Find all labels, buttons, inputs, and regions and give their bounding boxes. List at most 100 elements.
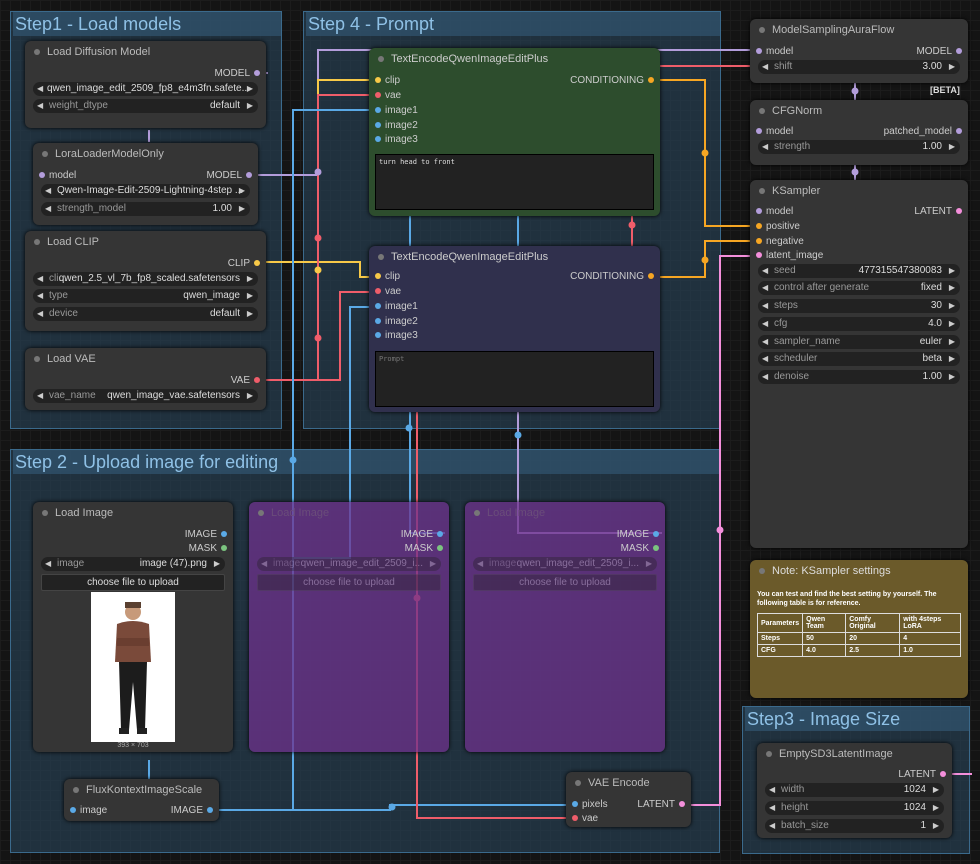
node-note[interactable]: Note: KSampler settings You can test and… [750, 560, 968, 698]
output-image[interactable]: IMAGE [401, 527, 444, 542]
input-image2[interactable]: image2 [375, 314, 418, 329]
output-image[interactable]: IMAGE [617, 527, 660, 542]
input-image3[interactable]: image3 [375, 328, 418, 343]
scheduler-combo[interactable]: schedulerbeta [758, 352, 960, 366]
input-vae[interactable]: vae [375, 284, 401, 299]
image-combo[interactable]: imageqwen_image_edit_2509_i... [473, 557, 657, 571]
person-photo-icon [115, 602, 151, 734]
strength-model-slider[interactable]: strength_model1.00 [41, 202, 250, 216]
device-combo[interactable]: devicedefault [33, 307, 258, 321]
output-model[interactable]: MODEL [214, 66, 260, 81]
input-positive[interactable]: positive [756, 219, 800, 234]
node-load-image[interactable]: Load Image IMAGE MASK imageimage (47).pn… [33, 502, 233, 752]
node-title: ModelSamplingAuraFlow [750, 19, 968, 41]
node-load-diffusion-model[interactable]: Load Diffusion Model MODEL qwen_image_ed… [25, 41, 266, 128]
upload-button[interactable]: choose file to upload [41, 574, 225, 591]
output-latent[interactable]: LATENT [914, 204, 962, 219]
prompt-textarea[interactable]: Prompt [375, 351, 654, 407]
node-ksampler[interactable]: KSampler model LATENT positive negative l… [750, 180, 968, 548]
width-widget[interactable]: width1024 [765, 783, 944, 797]
output-image[interactable]: IMAGE [185, 527, 228, 542]
node-load-clip[interactable]: Load CLIP CLIP cli...qwen_2.5_vl_7b_fp8_… [25, 231, 266, 331]
output-patched-model[interactable]: patched_model [884, 124, 963, 139]
node-load-image-3[interactable]: Load Image IMAGE MASK imageqwen_image_ed… [465, 502, 665, 752]
output-latent[interactable]: LATENT [898, 767, 946, 782]
node-load-image-2[interactable]: Load Image IMAGE MASK imageqwen_image_ed… [249, 502, 449, 752]
weight-dtype-combo[interactable]: weight_dtypedefault [33, 99, 258, 113]
upload-button[interactable]: choose file to upload [473, 574, 657, 591]
input-image3[interactable]: image3 [375, 132, 418, 147]
input-vae[interactable]: vae [572, 811, 598, 826]
output-mask[interactable]: MASK [405, 541, 444, 556]
output-mask[interactable]: MASK [621, 541, 660, 556]
input-model[interactable]: model [756, 204, 793, 219]
upload-button[interactable]: choose file to upload [257, 574, 441, 591]
input-pixels[interactable]: pixels [572, 797, 608, 812]
input-clip[interactable]: clip [375, 269, 400, 284]
output-conditioning[interactable]: CONDITIONING [570, 73, 654, 88]
input-model[interactable]: model [756, 44, 793, 59]
input-clip[interactable]: clip [375, 73, 400, 88]
node-title: TextEncodeQwenImageEditPlus [369, 246, 660, 268]
lora-name-combo[interactable]: Qwen-Image-Edit-2509-Lightning-4step ... [41, 184, 250, 198]
node-lora-loader[interactable]: LoraLoaderModelOnly model MODEL Qwen-Imag… [33, 143, 258, 225]
image-combo[interactable]: imageimage (47).png [41, 557, 225, 571]
input-image1[interactable]: image1 [375, 103, 418, 118]
sampler-name-combo[interactable]: sampler_nameeuler [758, 335, 960, 349]
image-combo[interactable]: imageqwen_image_edit_2509_i... [257, 557, 441, 571]
output-model[interactable]: MODEL [206, 168, 252, 183]
clip-type-combo[interactable]: typeqwen_image [33, 289, 258, 303]
seed-widget[interactable]: seed477315547380083 [758, 264, 960, 278]
control-after-generate-combo[interactable]: control after generatefixed [758, 281, 960, 295]
image-dimensions: 393 × 703 [117, 742, 149, 749]
input-vae[interactable]: vae [375, 88, 401, 103]
unet-name-combo[interactable]: qwen_image_edit_2509_fp8_e4m3fn.safete..… [33, 82, 258, 96]
node-title: VAE Encode [566, 772, 691, 794]
input-image2[interactable]: image2 [375, 118, 418, 133]
output-conditioning[interactable]: CONDITIONING [570, 269, 654, 284]
input-latent-image[interactable]: latent_image [756, 248, 823, 263]
node-flux-kontext-image-scale[interactable]: FluxKontextImageScale image IMAGE [64, 779, 219, 821]
node-title: Load Image [465, 502, 665, 524]
input-image[interactable]: image [70, 803, 107, 818]
node-title: Load Image [33, 502, 233, 524]
height-widget[interactable]: height1024 [765, 801, 944, 815]
input-negative[interactable]: negative [756, 234, 804, 249]
shift-slider[interactable]: shift3.00 [758, 60, 960, 74]
node-title: CFGNorm [750, 100, 968, 122]
node-model-sampling-auraflow[interactable]: ModelSamplingAuraFlow model MODEL shift3.… [750, 19, 968, 83]
batch-size-widget[interactable]: batch_size1 [765, 819, 944, 833]
output-mask[interactable]: MASK [189, 541, 228, 556]
output-vae[interactable]: VAE [231, 373, 261, 388]
node-title: FluxKontextImageScale [64, 779, 219, 801]
input-image1[interactable]: image1 [375, 299, 418, 314]
output-image[interactable]: IMAGE [171, 803, 214, 818]
node-vae-encode[interactable]: VAE Encode pixels LATENT vae [566, 772, 691, 827]
node-load-vae[interactable]: Load VAE VAE vae_nameqwen_image_vae.safe… [25, 348, 266, 410]
denoise-widget[interactable]: denoise1.00 [758, 370, 960, 384]
note-text: You can test and find the best setting b… [757, 591, 937, 607]
cfg-widget[interactable]: cfg4.0 [758, 317, 960, 331]
node-text-encode-negative[interactable]: TextEncodeQwenImageEditPlus clip CONDITIO… [369, 246, 660, 412]
node-title: Load VAE [25, 348, 266, 370]
prompt-textarea[interactable]: turn head to front [375, 154, 654, 210]
node-title: Note: KSampler settings [750, 560, 968, 582]
node-title: LoraLoaderModelOnly [33, 143, 258, 165]
input-model[interactable]: model [756, 124, 793, 139]
node-empty-sd3-latent-image[interactable]: EmptySD3LatentImage LATENT width1024 hei… [757, 743, 952, 838]
group-title: Step3 - Image Size [745, 707, 969, 731]
output-model[interactable]: MODEL [916, 44, 962, 59]
node-text-encode-positive[interactable]: TextEncodeQwenImageEditPlus clip CONDITIO… [369, 48, 660, 216]
input-model[interactable]: model [39, 168, 76, 183]
vae-name-combo[interactable]: vae_nameqwen_image_vae.safetensors [33, 389, 258, 403]
output-latent[interactable]: LATENT [637, 797, 685, 812]
image-preview [91, 592, 175, 742]
output-clip[interactable]: CLIP [228, 256, 261, 271]
steps-widget[interactable]: steps30 [758, 299, 960, 313]
node-title: Load Image [249, 502, 449, 524]
clip-name-combo[interactable]: cli...qwen_2.5_vl_7b_fp8_scaled.safetens… [33, 272, 258, 286]
settings-table: Parameters Qwen Team Comfy Original with 4s… [756, 613, 961, 657]
node-cfgnorm[interactable]: CFGNorm model patched_model strength1.00 [750, 100, 968, 165]
strength-slider[interactable]: strength1.00 [758, 140, 960, 154]
node-title: EmptySD3LatentImage [757, 743, 952, 765]
